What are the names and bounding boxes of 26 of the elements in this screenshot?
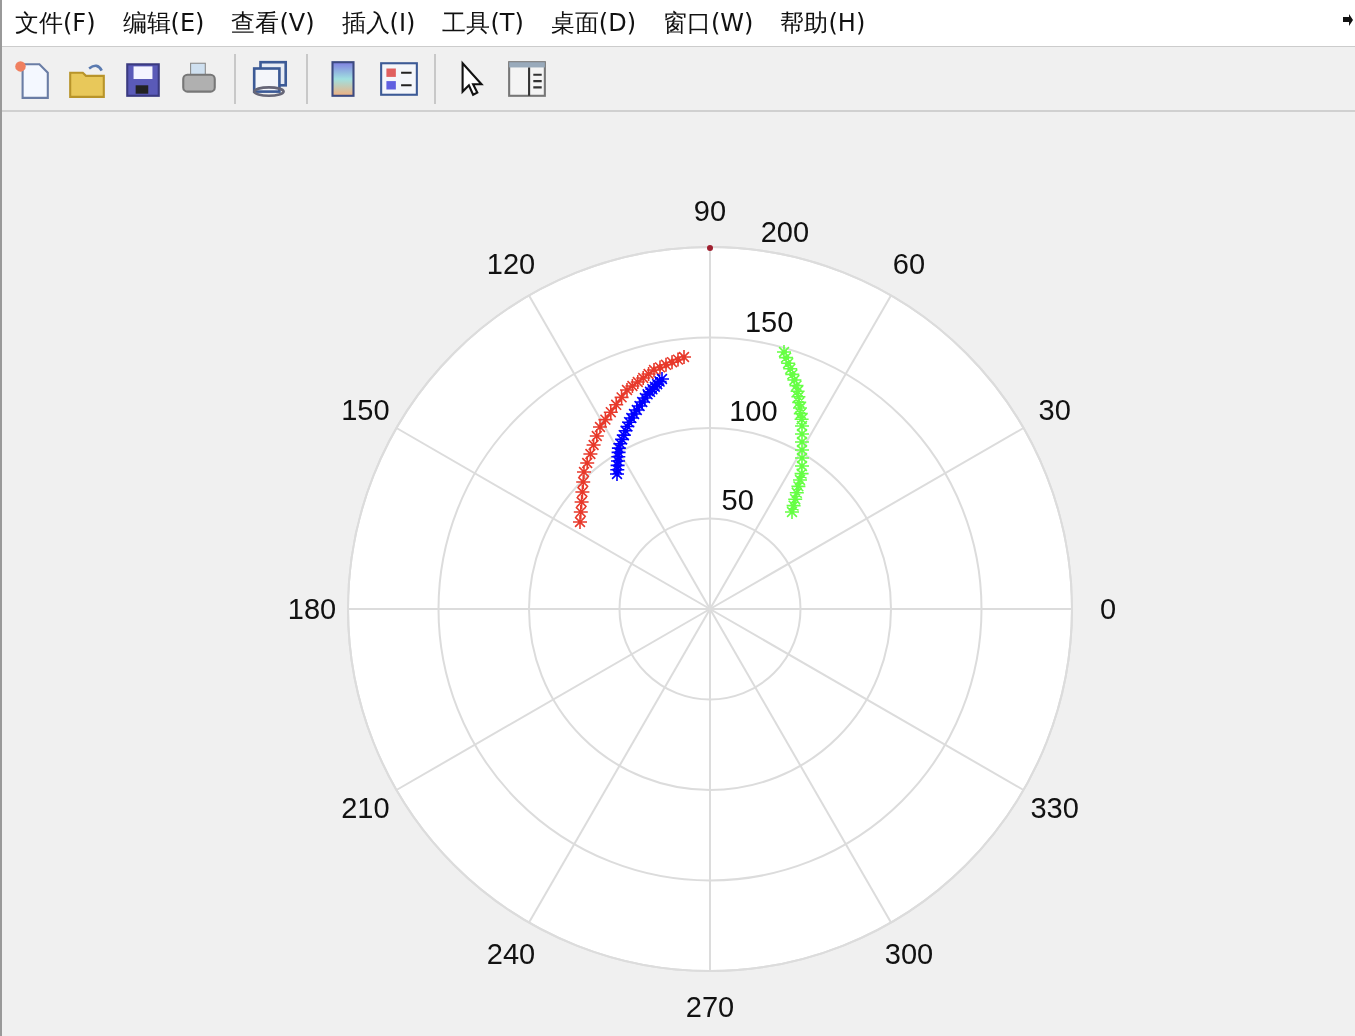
- pole-dot: [707, 245, 713, 251]
- menu-item[interactable]: 插入(I): [341, 7, 416, 39]
- angle-label: 60: [892, 248, 926, 281]
- angle-label: 30: [1038, 394, 1071, 426]
- radius-label: 150: [744, 305, 794, 338]
- menu-item[interactable]: 桌面(D): [550, 7, 636, 39]
- angle-label: 180: [287, 593, 337, 625]
- angle-label: 150: [341, 394, 390, 426]
- menu-item[interactable]: 工具(T): [442, 7, 524, 39]
- menu-item[interactable]: 窗口(W): [663, 7, 754, 39]
- angle-label: 120: [486, 248, 536, 281]
- radius-label: 100: [729, 394, 778, 427]
- angle-label: 90: [693, 195, 727, 227]
- menu-item[interactable]: 编辑(E): [122, 7, 205, 39]
- angle-label: 240: [486, 937, 536, 970]
- angle-label: 330: [1030, 792, 1079, 824]
- radius-label: 50: [721, 483, 754, 516]
- angle-label: 210: [341, 792, 390, 824]
- menu-item[interactable]: 查看(V): [231, 7, 315, 39]
- angle-label: 270: [685, 991, 735, 1023]
- radius-label: 200: [760, 216, 810, 249]
- angle-label: 0: [1099, 593, 1117, 625]
- menu-item[interactable]: 帮助(H): [780, 7, 866, 39]
- angle-label: 300: [884, 937, 934, 970]
- menu-item[interactable]: 文件(F): [15, 7, 96, 39]
- arrow-icon[interactable]: [1343, 14, 1353, 26]
